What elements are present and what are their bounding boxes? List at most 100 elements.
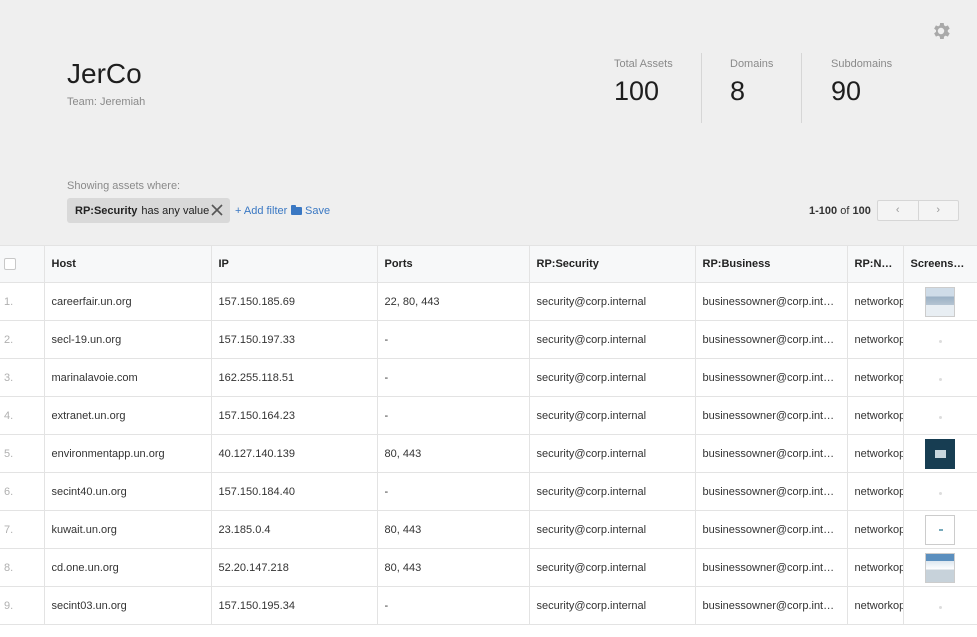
filter-chip[interactable]: RP:Security has any value [67, 198, 230, 223]
row-number: 4. [0, 396, 44, 435]
stat-value: 8 [730, 76, 746, 106]
gear-icon[interactable] [930, 20, 952, 42]
stat-value: 90 [831, 76, 862, 106]
rp-network-cell: networkops [846, 548, 903, 587]
table-row[interactable]: 3. marinalavoie.com 162.255.118.51- securit… [0, 358, 977, 397]
ports-cell: 80, 443 [376, 434, 529, 473]
team-label: Team: Jeremiah [67, 96, 146, 108]
row-number: 9. [0, 586, 44, 625]
pagination-total: 100 [852, 205, 871, 217]
table-row[interactable]: 6. secint40.un.org 157.150.184.40- security… [0, 472, 977, 511]
screenshot-thumbnail[interactable] [925, 514, 956, 545]
ip-cell: 157.150.185.69 [210, 282, 377, 321]
stat-total-assets: Total Assets 100 [614, 58, 673, 107]
rp-business-cell: businessowner@corp.internal [694, 282, 847, 321]
rp-security-cell: security@corp.internal [528, 548, 695, 587]
column-header-screenshot[interactable]: Screenshot [902, 245, 977, 283]
stat-divider [801, 53, 802, 123]
next-page-button[interactable]: › [917, 201, 959, 220]
stat-label: Domains [730, 58, 774, 70]
select-all-checkbox[interactable] [4, 258, 16, 270]
filter-chip-key: RP:Security [75, 204, 138, 217]
folder-icon [291, 205, 302, 215]
close-icon[interactable] [211, 202, 223, 218]
rp-security-cell: security@corp.internal [528, 434, 695, 473]
host-cell: marinalavoie.com [43, 358, 211, 397]
stat-label: Total Assets [614, 58, 673, 70]
screenshot-cell [902, 434, 977, 473]
ports-cell: 80, 443 [376, 548, 529, 587]
row-number: 5. [0, 434, 44, 473]
screenshot-thumbnail[interactable] [925, 286, 956, 317]
rp-business-cell: businessowner@corp.internal [694, 320, 847, 359]
prev-page-button[interactable]: ‹ [878, 201, 918, 220]
screenshot-placeholder [938, 491, 942, 495]
screenshot-placeholder [938, 415, 942, 419]
row-number: 7. [0, 510, 44, 549]
rp-network-cell: networkops [846, 282, 903, 321]
rp-security-cell: security@corp.internal [528, 358, 695, 397]
row-number: 8. [0, 548, 44, 587]
host-cell: careerfair.un.org [43, 282, 211, 321]
screenshot-cell [902, 358, 977, 397]
host-cell: secint40.un.org [43, 472, 211, 511]
screenshot-cell [902, 472, 977, 511]
column-header-rp-security[interactable]: RP:Security [528, 245, 695, 283]
ip-cell: 23.185.0.4 [210, 510, 377, 549]
pagination-controls: ‹ › [877, 200, 959, 221]
filter-chip-condition: has any value [141, 204, 210, 217]
stat-divider [701, 53, 702, 123]
row-number: 2. [0, 320, 44, 359]
table-row[interactable]: 9. secint03.un.org 157.150.195.34- security… [0, 586, 977, 625]
ports-cell: - [376, 320, 529, 359]
rp-business-cell: businessowner@corp.internal [694, 472, 847, 511]
host-cell: secint03.un.org [43, 586, 211, 625]
host-cell: extranet.un.org [43, 396, 211, 435]
table-row[interactable]: 5. environmentapp.un.org 40.127.140.139 80,… [0, 434, 977, 473]
ip-cell: 52.20.147.218 [210, 548, 377, 587]
screenshot-thumbnail[interactable] [925, 552, 956, 583]
table-row[interactable]: 8. cd.one.un.org 52.20.147.218 80, 443 secur… [0, 548, 977, 587]
screenshot-thumbnail[interactable] [925, 438, 956, 469]
table-row[interactable]: 1. careerfair.un.org 157.150.185.69 22, 80,… [0, 282, 977, 321]
rp-business-cell: businessowner@corp.internal [694, 510, 847, 549]
row-number: 1. [0, 282, 44, 321]
column-header-rp-network[interactable]: RP:Network [846, 245, 903, 283]
header-panel: JerCo Team: Jeremiah Total Assets 100 Do… [0, 0, 977, 245]
add-filter-link[interactable]: + Add filter [235, 205, 287, 217]
rp-network-cell: networkops [846, 472, 903, 511]
row-number: 3. [0, 358, 44, 397]
column-header-host[interactable]: Host [43, 245, 211, 283]
org-title: JerCo [67, 58, 142, 89]
row-number: 6. [0, 472, 44, 511]
rp-network-cell: networkops [846, 434, 903, 473]
rp-business-cell: businessowner@corp.internal [694, 586, 847, 625]
select-all-cell[interactable] [0, 245, 44, 283]
save-label: Save [305, 205, 331, 217]
screenshot-cell [902, 282, 977, 321]
screenshot-placeholder [938, 339, 942, 343]
stat-label: Subdomains [831, 58, 893, 70]
ip-cell: 157.150.195.34 [210, 586, 377, 625]
rp-network-cell: networkops [846, 510, 903, 549]
table-row[interactable]: 4. extranet.un.org 157.150.164.23- security… [0, 396, 977, 435]
table-row[interactable]: 7. kuwait.un.org 23.185.0.4 80, 443 security… [0, 510, 977, 549]
stat-subdomains: Subdomains 90 [831, 58, 892, 107]
screenshot-cell [902, 586, 977, 625]
save-filter-link[interactable]: Save [291, 205, 330, 217]
column-header-ports[interactable]: Ports [376, 245, 529, 283]
ports-cell: - [376, 472, 529, 511]
screenshot-cell [902, 548, 977, 587]
pagination-range: 1-100 [809, 205, 838, 217]
host-cell: kuwait.un.org [43, 510, 211, 549]
table-row[interactable]: 2. secl-19.un.org 157.150.197.33- security@… [0, 320, 977, 359]
filter-caption: Showing assets where: [67, 180, 181, 192]
pagination-summary: 1-100 of 100 [809, 205, 871, 217]
ip-cell: 40.127.140.139 [210, 434, 377, 473]
column-header-rp-business[interactable]: RP:Business [694, 245, 847, 283]
rp-security-cell: security@corp.internal [528, 396, 695, 435]
ports-cell: 80, 443 [376, 510, 529, 549]
column-header-ip[interactable]: IP [210, 245, 377, 283]
ip-cell: 162.255.118.51 [210, 358, 377, 397]
rp-business-cell: businessowner@corp.internal [694, 396, 847, 435]
